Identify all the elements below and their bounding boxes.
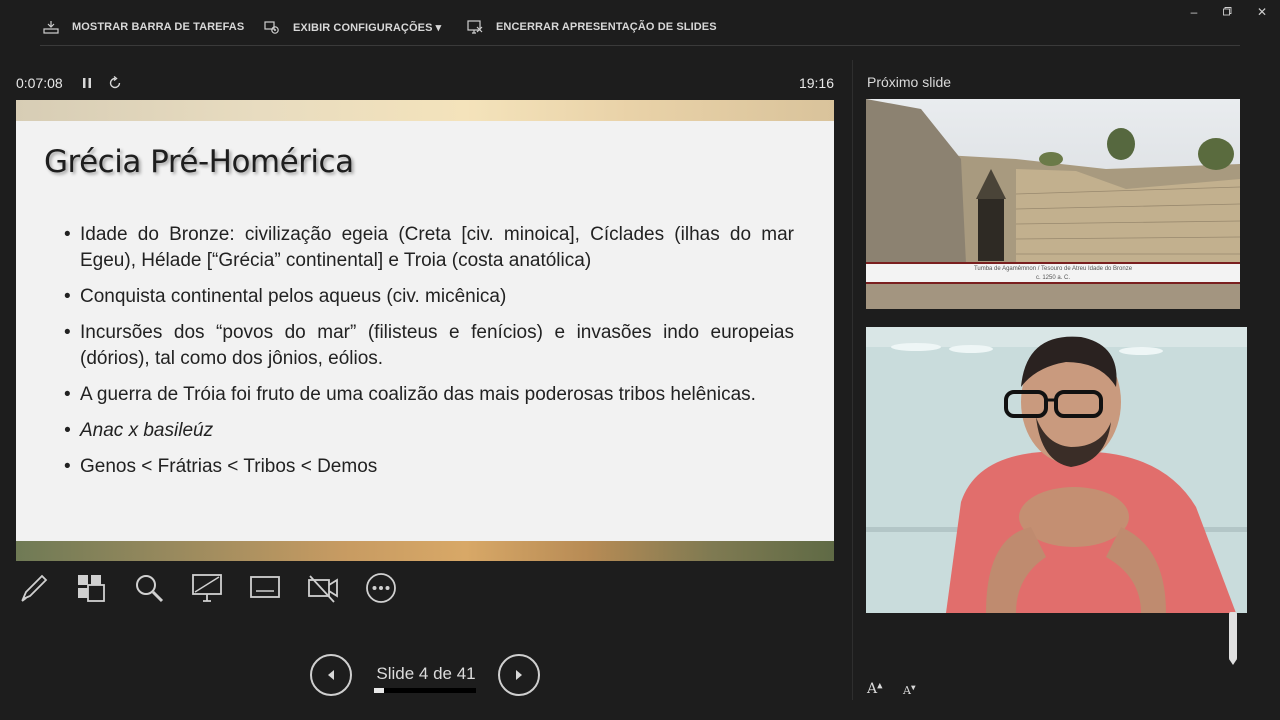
restart-timer-icon[interactable]	[107, 75, 123, 91]
chevron-left-icon	[328, 670, 334, 680]
increase-font-button[interactable]: A▲	[867, 681, 883, 697]
caption-line-1: Tumba de Agamêmnon / Tesouro de Atreu Id…	[973, 266, 1133, 272]
current-slide[interactable]: Grécia Pré-Homérica Idade do Bronze: civ…	[16, 100, 834, 561]
end-slideshow-button[interactable]: ENCERRAR APRESENTAÇÃO DE SLIDES	[466, 17, 717, 37]
taskbar-icon	[43, 21, 59, 34]
slide-counter[interactable]: Slide 4 de 41	[368, 664, 484, 684]
elapsed-timer: 0:07:08	[16, 75, 63, 91]
zoom-icon[interactable]	[131, 570, 167, 606]
slide-title: Grécia Pré-Homérica	[44, 144, 354, 180]
chevron-right-icon	[516, 670, 522, 680]
close-icon[interactable]: ✕	[1254, 4, 1270, 20]
pen-icon[interactable]	[16, 570, 52, 606]
next-slide-caption: Tumba de Agamêmnon / Tesouro de Atreu Id…	[866, 262, 1240, 284]
settings-icon	[264, 21, 279, 34]
caption-line-2: c. 1250 a. C.	[1035, 275, 1071, 281]
webcam-feed	[866, 327, 1247, 613]
bullet-item: A guerra de Tróia foi fruto de uma coali…	[64, 382, 794, 408]
presenter-video	[866, 327, 1247, 613]
notes-scrollbar[interactable]	[1227, 612, 1239, 668]
slide-progress-bar	[374, 688, 476, 693]
camera-off-icon[interactable]	[305, 570, 341, 606]
subtitles-icon[interactable]	[247, 570, 283, 606]
toolbar-divider	[40, 45, 1240, 46]
pause-icon[interactable]	[80, 76, 94, 90]
display-settings-button[interactable]: EXIBIR CONFIGURAÇÕES ▾	[263, 17, 441, 37]
show-taskbar-button[interactable]: MOSTRAR BARRA DE TAREFAS	[42, 17, 244, 37]
decrease-font-button[interactable]: A▼	[903, 684, 916, 697]
display-settings-label: EXIBIR CONFIGURAÇÕES ▾	[293, 21, 442, 34]
restore-icon[interactable]	[1220, 4, 1236, 20]
slide-bullet-list: Idade do Bronze: civilização egeia (Cret…	[64, 222, 794, 490]
minimize-icon[interactable]: –	[1186, 4, 1202, 20]
bullet-item: Anac x basileúz	[64, 418, 794, 444]
pane-divider[interactable]	[852, 60, 853, 700]
black-screen-icon[interactable]	[189, 570, 225, 606]
more-options-icon[interactable]	[363, 570, 399, 606]
slide-progress-fill	[374, 688, 384, 693]
next-slide-button[interactable]	[498, 654, 540, 696]
previous-slide-button[interactable]	[310, 654, 352, 696]
current-time: 19:16	[798, 75, 834, 91]
bullet-item: Genos < Frátrias < Tribos < Demos	[64, 454, 794, 480]
end-slideshow-label: ENCERRAR APRESENTAÇÃO DE SLIDES	[496, 21, 717, 33]
scroll-down-icon[interactable]	[1228, 658, 1238, 666]
end-show-icon	[467, 20, 483, 34]
next-slide-label: Próximo slide	[867, 74, 952, 90]
bullet-item: Conquista continental pelos aqueus (civ.…	[64, 284, 794, 310]
slide-header-image	[16, 100, 834, 121]
show-taskbar-label: MOSTRAR BARRA DE TAREFAS	[72, 21, 245, 33]
top-toolbar: MOSTRAR BARRA DE TAREFAS EXIBIR CONFIGUR…	[0, 0, 1280, 46]
all-slides-icon[interactable]	[73, 570, 109, 606]
presenter-view: { "toolbar": { "show_taskbar": "MOSTRAR …	[0, 0, 1280, 720]
bullet-item: Incursões dos “povos do mar” (filisteus …	[64, 320, 794, 372]
bullet-item: Idade do Bronze: civilização egeia (Cret…	[64, 222, 794, 274]
next-slide-preview[interactable]: Tumba de Agamêmnon / Tesouro de Atreu Id…	[866, 99, 1240, 309]
slide-footer-image	[16, 541, 834, 561]
